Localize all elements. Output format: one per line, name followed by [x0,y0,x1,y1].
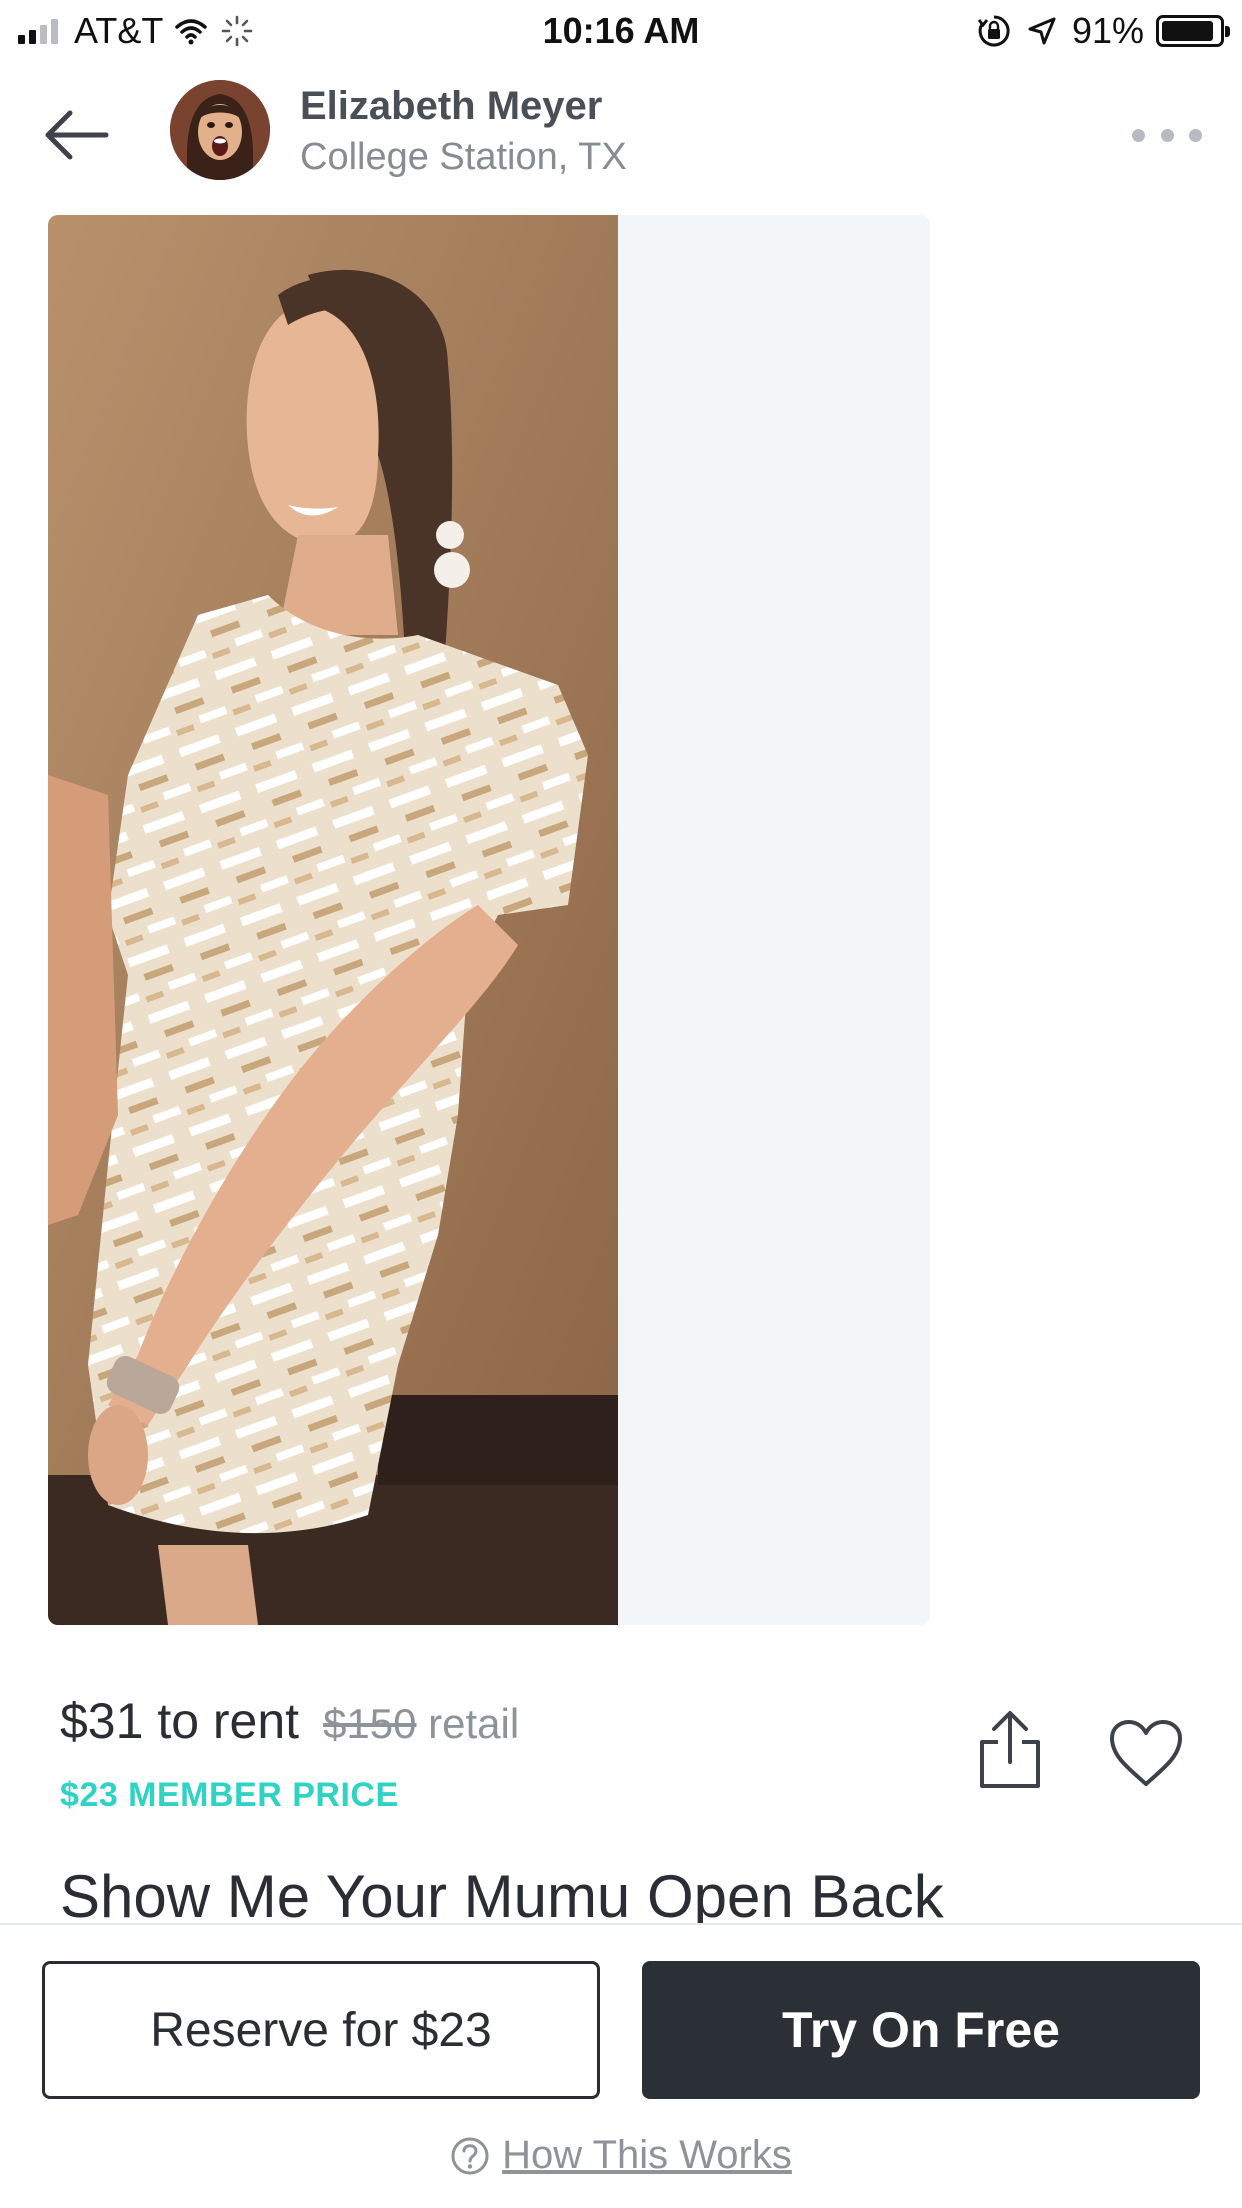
reserve-button[interactable]: Reserve for $23 [42,1961,600,2099]
help-circle-icon [451,2137,489,2174]
owner-name[interactable]: Elizabeth Meyer [300,84,602,129]
product-photo[interactable] [48,215,618,1625]
owner-location: College Station, TX [300,136,627,178]
retail-price-group: $150 retail [323,1700,519,1748]
avatar-image [170,80,270,180]
member-price: $23 MEMBER PRICE [60,1776,399,1814]
status-right: 91% [976,10,1230,52]
retail-label: retail [428,1700,520,1747]
more-dots-icon[interactable] [1132,110,1202,160]
battery-icon [1156,15,1230,47]
back-arrow-icon [45,110,109,160]
battery-percent: 91% [1071,10,1144,51]
rent-price: $31 to rent [60,1693,300,1749]
how-this-works-label[interactable]: How This Works [502,2133,792,2178]
favorite-button[interactable] [1108,1718,1184,1790]
status-bar: AT&T 10:16 AM 91% [0,0,1242,62]
dot [1132,128,1145,142]
price-row: $31 to rent $150 retail [60,1692,519,1750]
dot [1160,128,1174,142]
location-arrow-icon [1028,17,1056,45]
share-button[interactable] [972,1708,1048,1790]
orientation-lock-icon [977,15,1010,47]
share-icon [980,1711,1040,1788]
profile-header: Elizabeth Meyer College Station, TX [0,70,1242,200]
back-button[interactable] [36,100,116,170]
heart-icon [1110,1720,1182,1786]
dot [1189,128,1202,142]
battery-fill [1162,21,1213,41]
dress-photo-illustration [48,215,618,1625]
bottom-action-bar: Reserve for $23 Try On Free How This Wor… [0,1923,1242,2208]
avatar[interactable] [170,80,270,180]
try-on-free-button[interactable]: Try On Free [642,1961,1200,2099]
how-this-works-link[interactable]: How This Works [0,2133,1242,2178]
item-title: Show Me Your Mumu Open Back [60,1863,944,1930]
retail-price: $150 [323,1700,417,1747]
photo-gallery[interactable] [48,215,930,1625]
